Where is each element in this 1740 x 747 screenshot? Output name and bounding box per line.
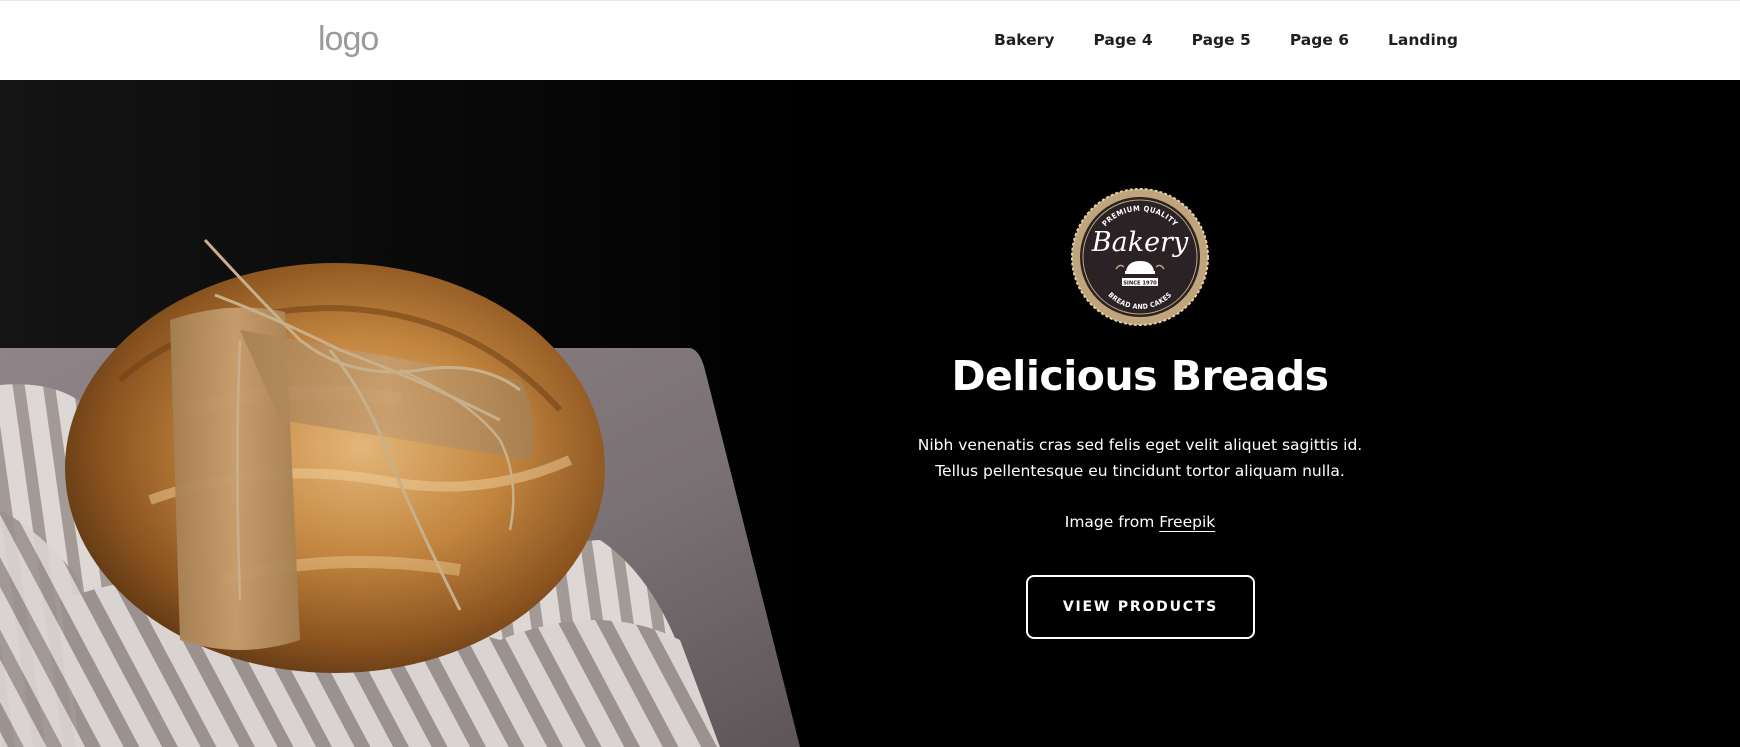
badge-ribbon-text: SINCE 1970	[1123, 280, 1157, 286]
nav-item-landing[interactable]: Landing	[1388, 31, 1458, 49]
nav-item-page-6[interactable]: Page 6	[1290, 31, 1349, 49]
view-products-button[interactable]: VIEW PRODUCTS	[1026, 575, 1255, 639]
hero-section: PREMIUM QUALITY Bakery SINCE 1970 BREAD …	[0, 80, 1740, 747]
nav-item-page-4[interactable]: Page 4	[1093, 31, 1152, 49]
bakery-badge-logo: PREMIUM QUALITY Bakery SINCE 1970 BREAD …	[1070, 187, 1210, 327]
main-nav: Bakery Page 4 Page 5 Page 6 Landing	[994, 31, 1458, 49]
badge-script-text: Bakery	[1091, 227, 1189, 258]
hero-title: Delicious Breads	[951, 352, 1329, 400]
site-logo[interactable]: logo	[318, 19, 379, 59]
bread-photo	[0, 80, 820, 747]
image-credit-prefix: Image from	[1064, 513, 1155, 531]
image-credit: Image from Freepik	[870, 513, 1410, 531]
hero-description: Nibh venenatis cras sed felis eget velit…	[917, 436, 1363, 480]
nav-item-bakery[interactable]: Bakery	[994, 31, 1054, 49]
freepik-link[interactable]: Freepik	[1159, 513, 1215, 531]
nav-item-page-5[interactable]: Page 5	[1192, 31, 1251, 49]
hero-content: PREMIUM QUALITY Bakery SINCE 1970 BREAD …	[870, 80, 1410, 747]
site-header: logo Bakery Page 4 Page 5 Page 6 Landing	[0, 0, 1740, 80]
